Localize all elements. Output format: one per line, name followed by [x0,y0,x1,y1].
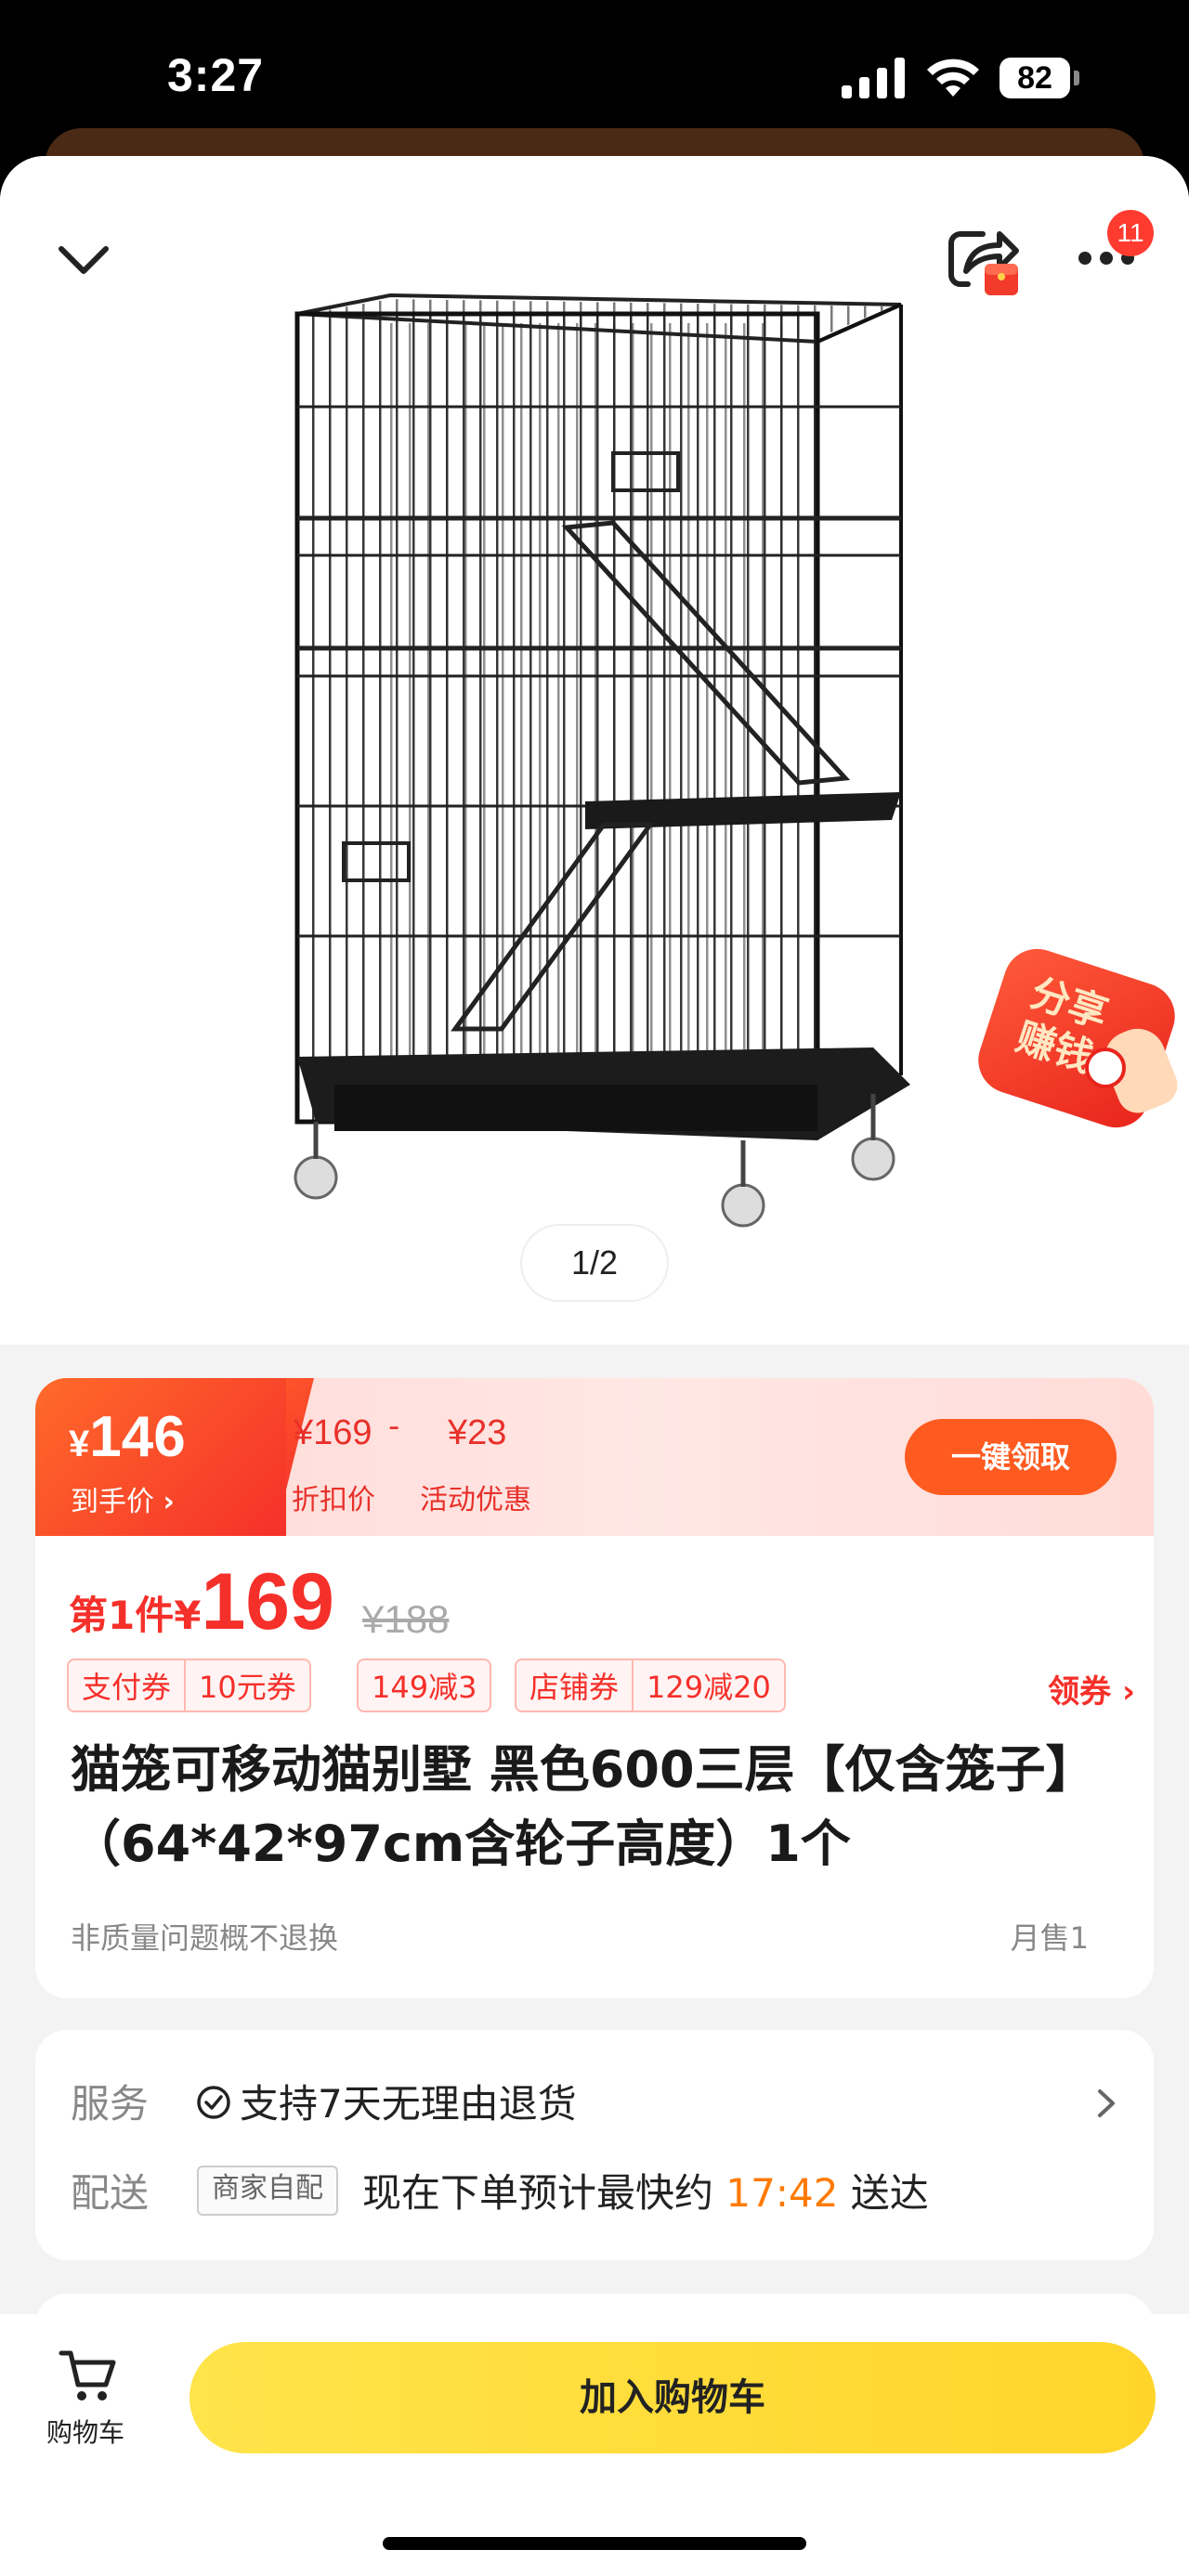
monthly-sales: 月售1 [1010,1920,1089,1956]
chevron-right-icon: › [163,1486,175,1518]
page-indicator: 1/2 [522,1226,667,1300]
coupon-tag-payment[interactable]: 支付券 10元券 [67,1659,311,1712]
delivery-label: 配送 [71,2170,150,2216]
product-image [294,293,910,1228]
share-earn-button[interactable]: 分享 赚钱 [969,940,1189,1150]
price-breakdown-banner: ¥146 到手价 › ¥169 - ¥23 折扣价 活动优惠 一键领取 [35,1378,1154,1536]
collapse-chevron-down-icon[interactable] [56,241,111,279]
shopping-cart-icon [59,2350,116,2400]
product-title: 猫笼可移动猫别墅 黑色600三层【仅含笼子】（64*42*97cm含轮子高度）1… [71,1740,1096,1873]
discount-price-text: ¥169 [294,1413,372,1452]
promo-label: 活动优惠 [420,1484,531,1516]
status-time: 3:27 [167,49,265,101]
delivery-time: 17:42 [725,2170,839,2216]
check-circle-icon [197,2086,230,2119]
battery-level: 82 [1000,58,1070,98]
coupon-tag-payment-type: 支付券 [82,1670,172,1705]
discount-price-label: 折扣价 [292,1484,375,1516]
coupon-tag-store[interactable]: 店铺券 129减20 [515,1659,786,1712]
service-text: 支持7天无理由退货 [240,2081,577,2127]
coupon-tag-store-value: 129减20 [647,1670,771,1705]
coupon-tag-discount-value: 149减3 [372,1670,477,1705]
notification-badge: 11 [1107,210,1154,256]
add-to-cart-button[interactable]: 加入购物车 [189,2342,1156,2453]
final-price-label[interactable]: 到手价 › [71,1478,175,1519]
coupon-tag-payment-value: 10元券 [199,1670,296,1705]
claim-all-button[interactable]: 一键领取 [905,1419,1117,1495]
signal-icon [842,58,905,98]
get-coupon-text: 领券 [1048,1673,1112,1711]
coupon-tag-discount[interactable]: 149减3 [357,1659,492,1712]
promo-amount-text: ¥23 [448,1413,507,1452]
get-coupon-link[interactable]: 领券 › [1048,1666,1135,1711]
home-indicator [383,2537,806,2550]
final-price: ¥146 [69,1404,186,1470]
delivery-suffix: 送达 [850,2170,929,2216]
first-piece-label: 第1件 [69,1593,175,1638]
merchant-delivery-tag: 商家自配 [197,2166,338,2216]
wifi-icon [927,59,979,97]
first-piece-price: 第1件¥169 [69,1556,334,1648]
chevron-right-icon: › [1111,1673,1135,1711]
chevron-right-icon[interactable] [1096,2088,1117,2119]
share-icon[interactable] [946,223,1024,299]
final-price-value: 146 [89,1405,186,1469]
coupon-tag-store-type: 店铺券 [529,1670,620,1705]
minus-sign: - [388,1408,400,1445]
delivery-prefix: 现在下单预计最快约 [362,2170,714,2216]
original-price: ¥188 [362,1597,450,1641]
price-value: 169 [201,1557,334,1646]
final-price-label-text: 到手价 [71,1486,154,1518]
service-label: 服务 [71,2081,150,2127]
product-gallery[interactable] [0,156,1189,1345]
coin-icon [1085,1047,1126,1088]
price-currency: ¥ [174,1593,202,1638]
promo-amount-value: ¥23 [448,1413,506,1453]
cart-label: 购物车 [46,2417,125,2448]
return-policy-note: 非质量问题概不退换 [71,1920,339,1956]
service-delivery-card[interactable] [35,2030,1154,2260]
final-price-currency: ¥ [69,1424,90,1464]
delivery-estimate: 现在下单预计最快约 17:42 送达 [362,2162,929,2218]
discount-price-value: ¥169 [294,1413,372,1453]
battery-tip [1074,71,1079,85]
